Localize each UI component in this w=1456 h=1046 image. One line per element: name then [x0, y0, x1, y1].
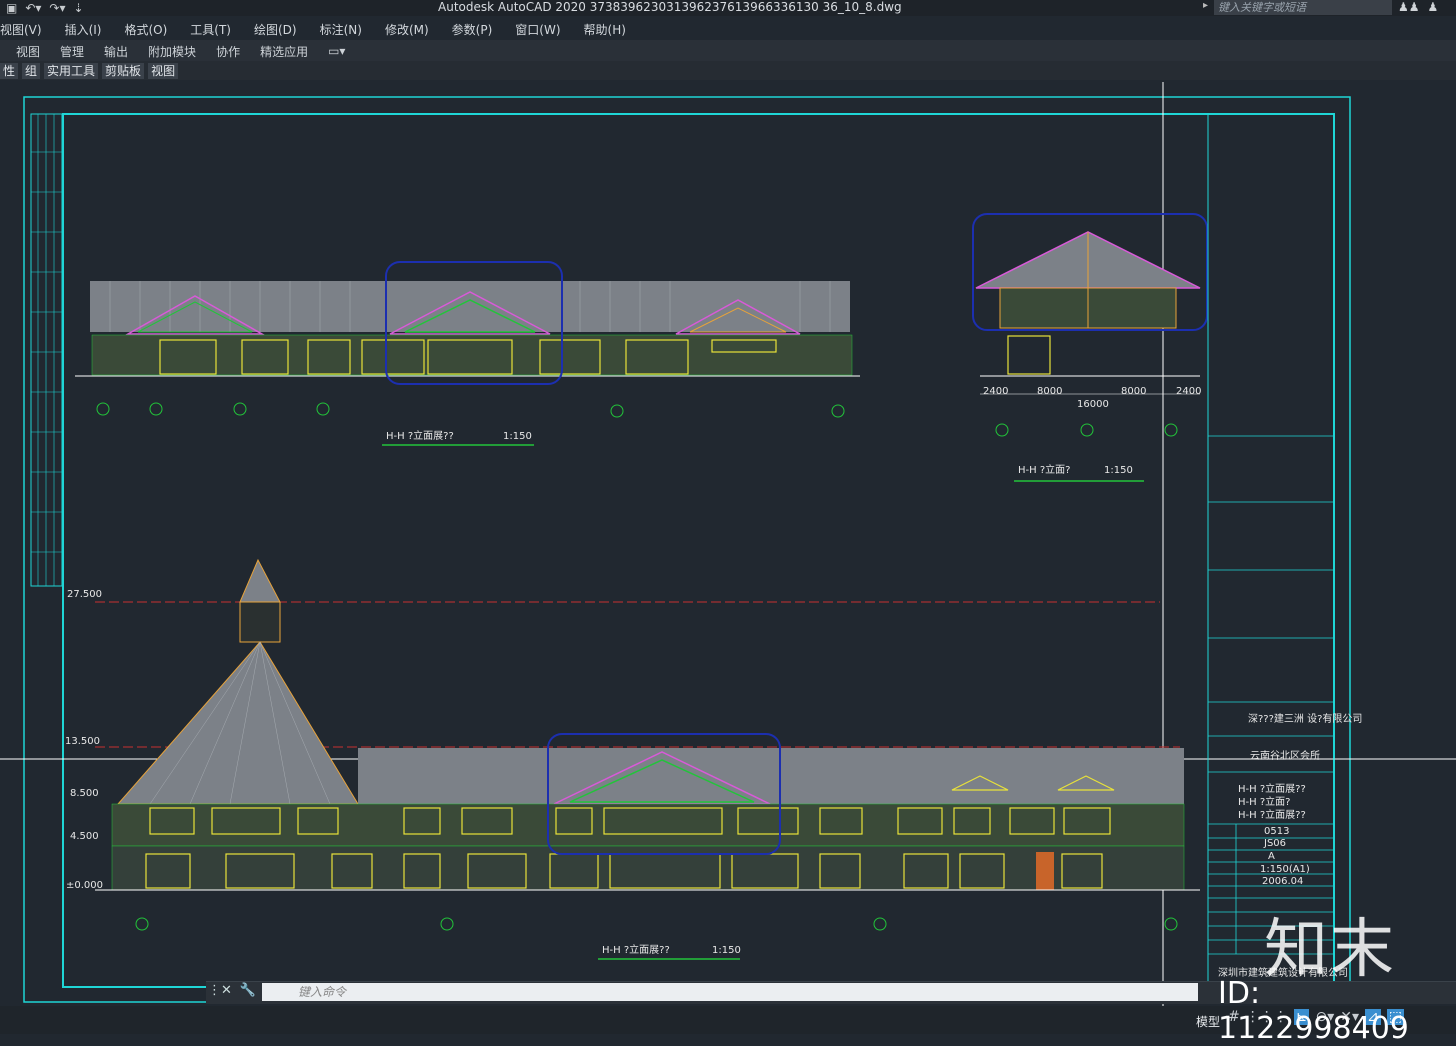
binding-strip-grid: [31, 114, 62, 586]
tab-featured-apps[interactable]: 精选应用: [260, 43, 308, 60]
quick-access-toolbar: ▣ ↶▾ ↷▾ ⇣: [6, 0, 84, 16]
ribbon-panels: 性 组 实用工具 剪贴板 视图: [0, 61, 1456, 80]
customize-icon[interactable]: ⇣: [74, 1, 84, 15]
elevation-3: H-H ?立面展?? 1:150 ±0.000 4.500 8.500 13.5…: [65, 558, 1200, 960]
watermark-id: ID: 1122998409: [1218, 976, 1409, 1046]
menu-format[interactable]: 格式(O): [124, 21, 167, 38]
menu-bar: 视图(V) 插入(I) 格式(O) 工具(T) 绘图(D) 标注(N) 修改(M…: [0, 18, 1456, 40]
panel-utilities[interactable]: 实用工具: [44, 62, 99, 79]
tb-project: 云南谷北区会所: [1250, 749, 1320, 762]
title-bar: ▣ ↶▾ ↷▾ ⇣ Autodesk AutoCAD 2020 37383962…: [0, 0, 1456, 16]
menu-dimension[interactable]: 标注(N): [320, 21, 362, 38]
search-input[interactable]: 键入关键字或短语: [1214, 0, 1392, 15]
dim-2400-right: 2400: [1176, 386, 1201, 397]
save-icon[interactable]: ▣: [6, 1, 17, 15]
elevation-2: 2400 8000 8000 2400 16000 H-H ?立面? 1:150: [972, 213, 1208, 482]
dim-16000: 16000: [1077, 399, 1109, 410]
menu-draw[interactable]: 绘图(D): [254, 21, 297, 38]
tab-collaborate[interactable]: 协作: [216, 43, 240, 60]
elev2-scale: 1:150: [1104, 465, 1133, 476]
panel-view[interactable]: 视图: [148, 62, 179, 79]
tab-view[interactable]: 视图: [16, 43, 40, 60]
tb-sheet: JS06: [1263, 838, 1286, 849]
search-arrow-icon[interactable]: ▸: [1203, 0, 1208, 11]
level-8500: 8.500: [70, 788, 99, 799]
panel-clipboard[interactable]: 剪贴板: [102, 62, 145, 79]
tb-grade: A: [1268, 851, 1275, 862]
tab-addins[interactable]: 附加模块: [148, 43, 196, 60]
binding-strip: [30, 113, 63, 587]
ribbon-toggle-icon[interactable]: ▭▾: [328, 44, 345, 58]
tb-drawing-name-1: H-H ?立面展??: [1238, 782, 1306, 795]
tb-drawing-name-2: H-H ?立面?: [1238, 795, 1290, 808]
panel-properties[interactable]: 性: [0, 62, 19, 79]
menu-help[interactable]: 帮助(H): [584, 21, 626, 38]
tb-date: 2006.04: [1262, 876, 1303, 887]
elev1-scale: 1:150: [503, 431, 532, 442]
tab-manage[interactable]: 管理: [60, 43, 84, 60]
menu-window[interactable]: 窗口(W): [515, 21, 560, 38]
panel-groups[interactable]: 组: [22, 62, 41, 79]
tb-scale: 1:150(A1): [1260, 864, 1310, 875]
elev1-title: H-H ?立面展??: [386, 429, 454, 442]
redo-icon[interactable]: ↷▾: [49, 1, 65, 15]
undo-icon[interactable]: ↶▾: [25, 1, 41, 15]
elev3-scale: 1:150: [712, 945, 741, 956]
level-4500: 4.500: [70, 831, 99, 842]
command-input[interactable]: 键入命令: [262, 983, 1198, 1001]
users-icon[interactable]: ♟♟: [1398, 0, 1420, 14]
window-title: Autodesk AutoCAD 2020 373839623031396237…: [438, 0, 902, 14]
title-block: 深???建三洲 设?有限公司 云南谷北区会所 H-H ?立面展?? H-H ?立…: [1207, 113, 1362, 988]
tb-company: 深???建三洲 设?有限公司: [1248, 712, 1362, 725]
dim-8000-left: 8000: [1037, 386, 1062, 397]
dim-2400-left: 2400: [983, 386, 1008, 397]
menu-insert[interactable]: 插入(I): [65, 21, 102, 38]
elev2-title: H-H ?立面?: [1018, 463, 1070, 476]
menu-view[interactable]: 视图(V): [0, 21, 42, 38]
tab-output[interactable]: 输出: [104, 43, 128, 60]
model-tab[interactable]: 模型: [1196, 1013, 1220, 1030]
level-13500: 13.500: [65, 736, 100, 747]
wrench-icon[interactable]: 🔧: [240, 983, 256, 998]
user-icon[interactable]: ♟: [1428, 0, 1439, 14]
level-0: ±0.000: [66, 880, 103, 891]
elevation-1: H-H ?立面展?? 1:150: [75, 261, 860, 446]
level-27500: 27.500: [67, 589, 102, 600]
drawing-canvas[interactable]: H-H ?立面展?? 1:150 2400 8000 8000 2400 160…: [0, 82, 1456, 1006]
tb-drawing-name-3: H-H ?立面展??: [1238, 808, 1306, 821]
menu-parameters[interactable]: 参数(P): [452, 21, 493, 38]
menu-tools[interactable]: 工具(T): [190, 21, 231, 38]
elev3-title: H-H ?立面展??: [602, 943, 670, 956]
menu-modify[interactable]: 修改(M): [385, 21, 429, 38]
dim-8000-right: 8000: [1121, 386, 1146, 397]
ribbon-tabs: 视图 管理 输出 附加模块 协作 精选应用 ▭▾: [0, 40, 1456, 62]
tb-number: 0513: [1264, 826, 1289, 837]
close-icon[interactable]: ⋮✕: [208, 983, 232, 998]
